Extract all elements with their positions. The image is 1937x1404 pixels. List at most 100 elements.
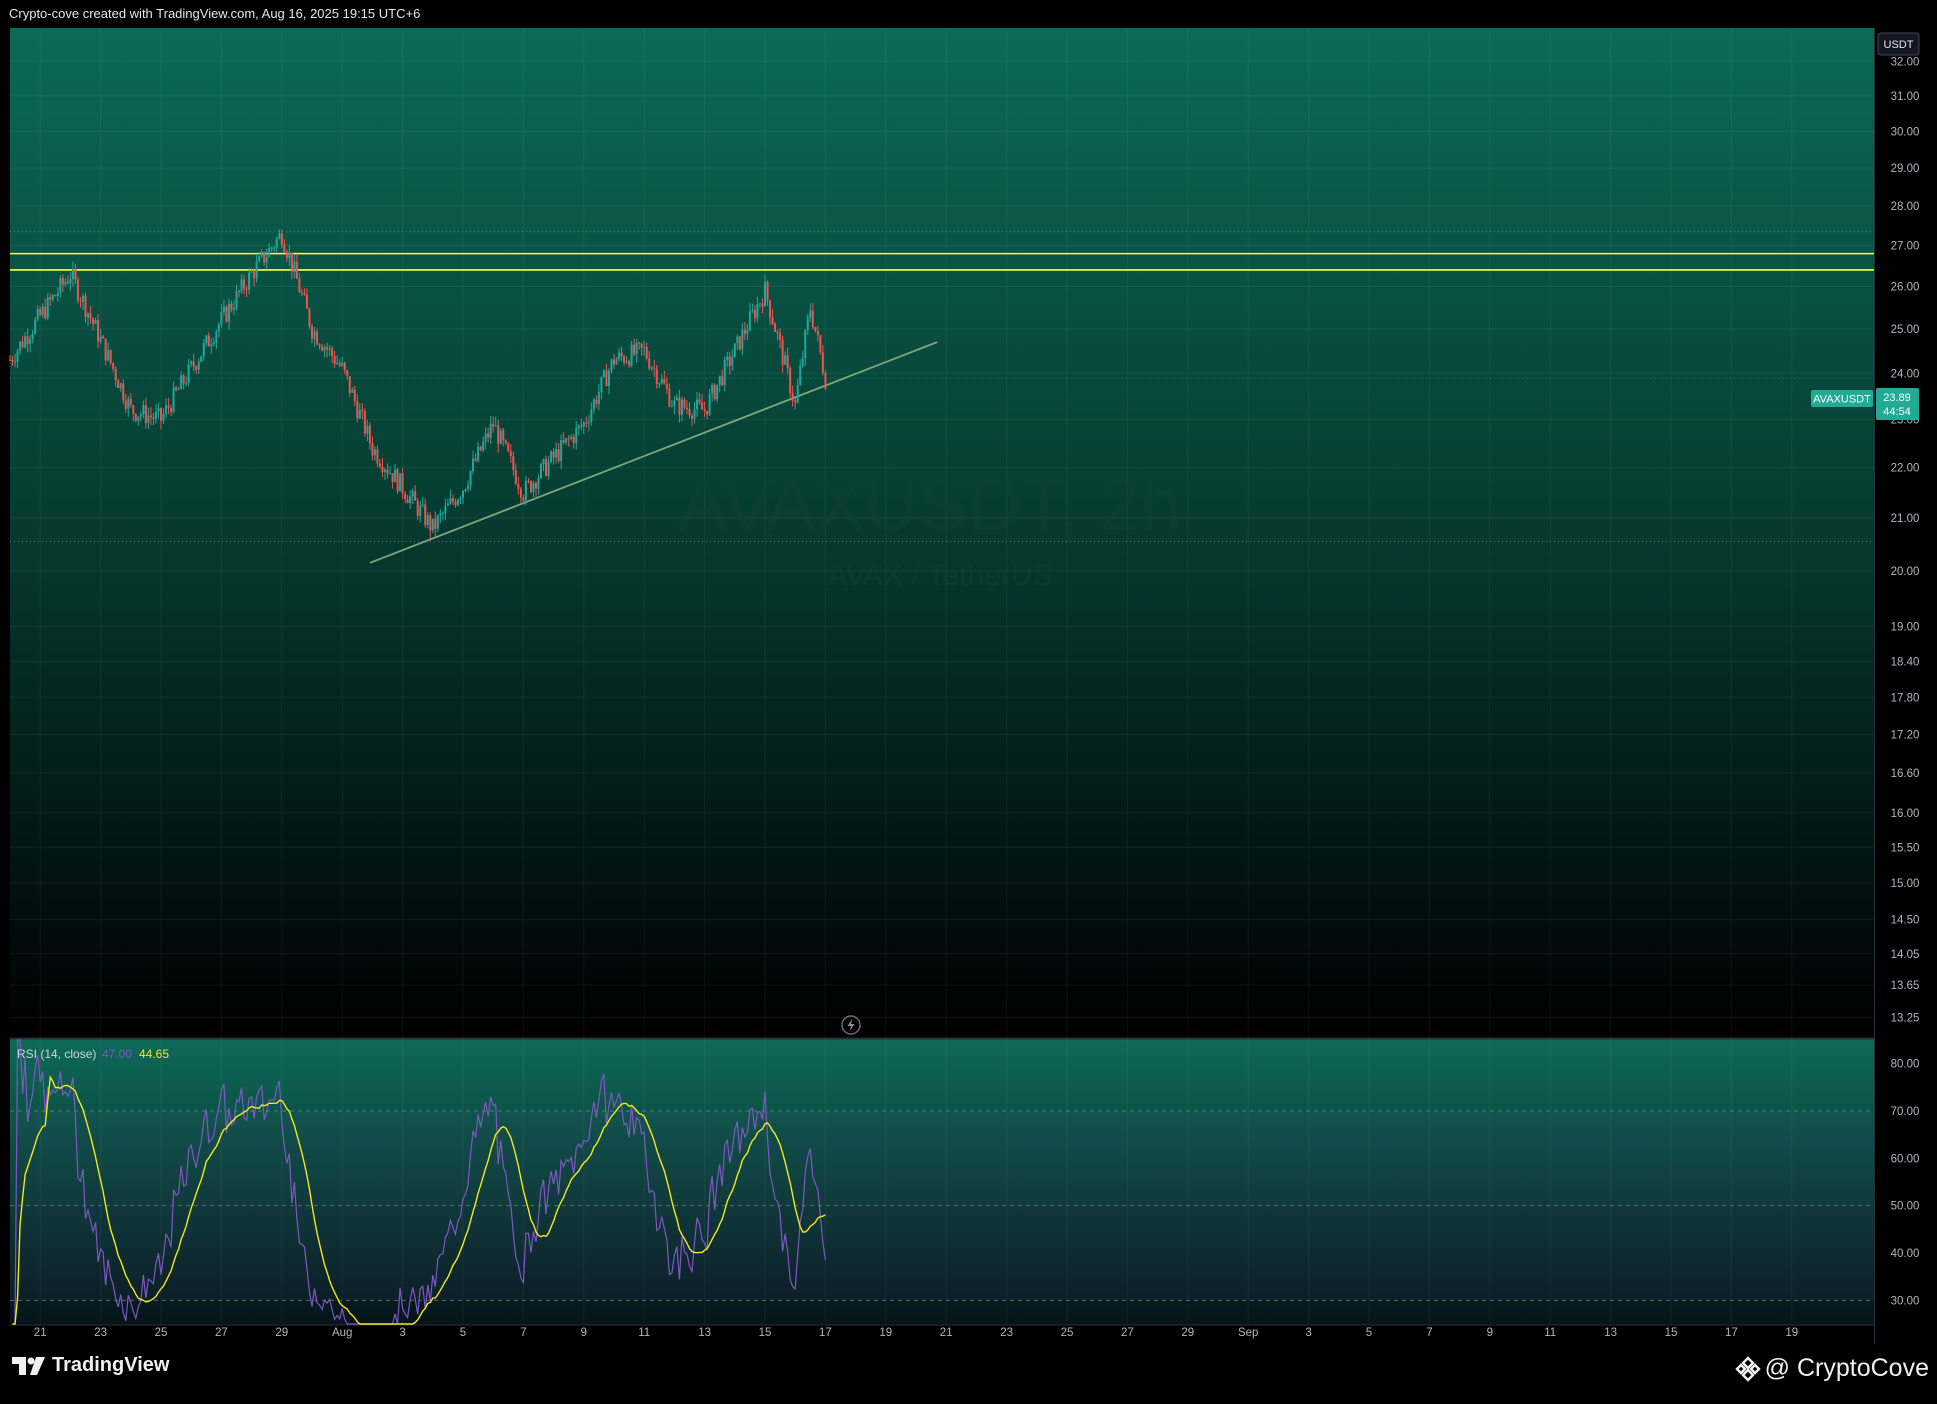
candle [688,408,691,416]
binance-logo-icon [1734,1355,1761,1382]
candle [180,375,183,389]
candle [534,483,537,489]
candle [673,400,676,406]
candle [394,469,397,483]
chart-canvas[interactable]: AVAXUSDT, 2h AVAX / TetherUS 32.00 31.00 3… [0,0,1937,1404]
candle [107,349,110,361]
candle [519,488,522,498]
candle [139,414,142,417]
candle [429,515,432,531]
rsi-value: 47.00 [102,1047,132,1061]
candle [489,423,492,438]
candle [386,469,389,474]
candle [517,483,520,489]
candle [280,233,283,245]
candle [36,309,39,320]
candle [726,356,729,360]
candle [514,469,517,484]
time-tick-label: 9 [581,1327,587,1339]
candle [351,389,354,393]
time-tick-label: 7 [1426,1327,1432,1339]
candle [336,362,339,365]
candle [51,295,54,300]
candle [658,383,661,385]
candle [706,410,709,415]
candle [167,405,170,408]
candle [119,383,122,389]
candle [129,398,132,406]
candle [376,449,379,464]
time-tick-label: 19 [879,1327,892,1339]
time-tick-label: 25 [1061,1327,1074,1339]
time-tick-label: Sep [1238,1327,1258,1339]
candle [391,473,394,483]
candle [285,252,288,258]
candle [99,336,102,342]
chart-caption: Crypto-cove created with TradingView.com… [0,0,1937,28]
candle [555,449,558,458]
rsi-tick-label: 50.00 [1891,1201,1920,1213]
candle [741,329,744,350]
rsi-title[interactable]: RSI (14, close) [17,1047,96,1061]
tradingview-logo[interactable]: TradingView [12,1354,169,1377]
candle [270,247,273,249]
candle [502,430,505,441]
price-tick-label: 31.00 [1891,91,1920,103]
candle [703,409,706,411]
candle [774,323,777,333]
candle [786,355,789,368]
candle [582,422,585,427]
candle [298,278,301,293]
candle [97,320,100,342]
candle [446,503,449,506]
candle [170,407,173,413]
time-tick-label: 27 [1121,1327,1134,1339]
candle [217,324,220,332]
candle [602,370,605,377]
candle [424,504,427,526]
candle [406,499,409,504]
candle [232,308,235,310]
candle [540,464,543,479]
watermark-symbol: AVAXUSDT, 2h [678,463,1181,546]
candle [645,347,648,359]
candle [746,330,749,334]
candle [9,359,11,361]
candle [29,338,32,344]
candle [258,255,261,262]
rsi-tick-label: 30.00 [1891,1295,1920,1307]
symbol-tag-countdown: 44:54 [1883,406,1911,418]
candle [404,493,407,500]
time-tick-label: Aug [332,1327,352,1339]
candle [300,292,303,294]
candle [305,294,308,309]
time-tick-label: 17 [819,1327,832,1339]
candle [678,397,681,415]
candle [469,471,472,486]
candle [605,370,608,387]
candle [152,417,155,419]
candle [421,504,424,506]
candle [66,282,69,284]
candle [527,480,530,482]
candle [230,303,233,310]
price-tick-label: 13.65 [1891,980,1920,992]
candle [713,384,716,400]
candle [791,393,794,401]
price-tick-label: 32.00 [1891,56,1920,68]
candle [192,361,195,367]
candle [675,397,678,401]
tradingview-logo-icon [12,1356,45,1375]
candle [590,409,593,422]
candle [373,449,376,456]
candle [250,271,253,273]
price-tick-label: 15.00 [1891,878,1920,890]
currency-badge[interactable]: USDT [1877,32,1920,56]
price-tick-label: 17.80 [1891,692,1920,704]
price-tick-label: 25.00 [1891,324,1920,336]
price-tick-label: 28.00 [1891,201,1920,213]
candle [600,376,603,393]
candle [638,342,641,344]
candle [779,333,782,340]
candle [736,336,739,344]
